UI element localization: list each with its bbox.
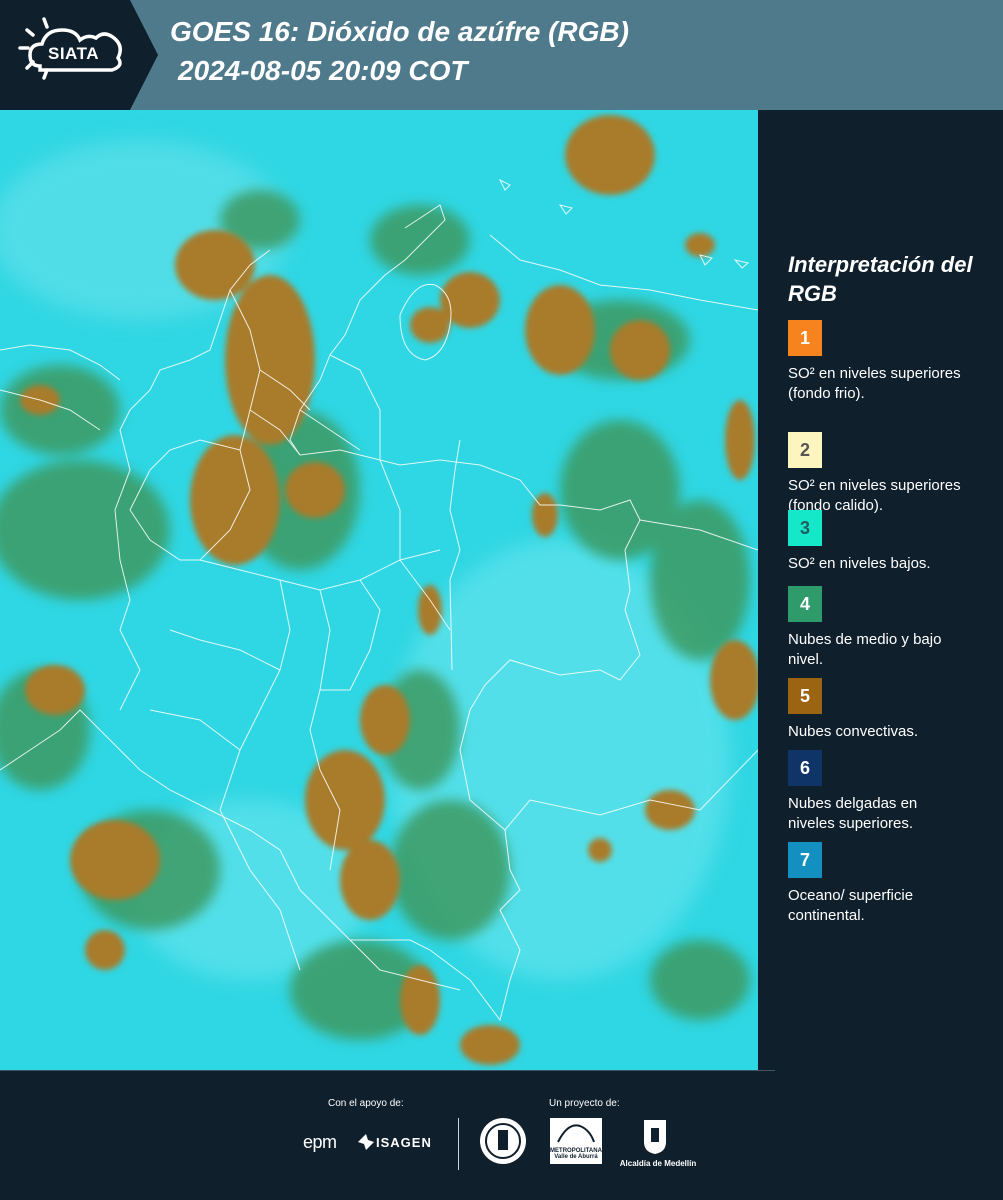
legend-item: 1 SO² en niveles superiores (fondo frio). <box>788 320 988 404</box>
legend-label: Nubes convectivas. <box>788 723 919 740</box>
area-caption: METROPOLITANA Valle de Aburrá <box>550 1148 602 1160</box>
epm-logo[interactable]: epm <box>303 1132 337 1153</box>
siata-logo[interactable]: SIATA <box>0 0 158 110</box>
legend-label: Oceano/ superficie continental. <box>788 887 914 924</box>
legend-swatch: 5 <box>788 678 822 714</box>
project-label: Un proyecto de: <box>549 1098 620 1109</box>
legend-label: Nubes de medio y bajo nivel. <box>788 631 942 668</box>
page-title: GOES 16: Dióxido de azúfre (RGB) <box>170 16 629 47</box>
legend-item: 3 SO² en niveles bajos. <box>788 510 988 574</box>
legend-panel: Interpretación del RGB 1 SO² en niveles s… <box>760 110 1003 1070</box>
legend-item: 7 Oceano/ superficie continental. <box>788 842 988 926</box>
footer-separator <box>458 1118 459 1170</box>
footer: Con el apoyo de: Un proyecto de: epm ISA… <box>0 1070 1003 1200</box>
legend-label: Nubes delgadas en niveles superiores. <box>788 795 918 832</box>
legend-swatch: 6 <box>788 750 822 786</box>
legend-item: 2 SO² en niveles superiores (fondo calido… <box>788 432 988 516</box>
support-label: Con el apoyo de: <box>328 1098 404 1109</box>
header: SIATA GOES 16: Dióxido de azúfre (RGB) 2… <box>0 0 1003 110</box>
legend-swatch: 4 <box>788 586 822 622</box>
isagen-logo[interactable]: ISAGEN <box>376 1135 432 1150</box>
alcaldia-shield-icon[interactable] <box>642 1118 668 1156</box>
logo-text: SIATA <box>48 44 99 63</box>
satellite-map[interactable] <box>0 110 758 1070</box>
legend-swatch: 3 <box>788 510 822 546</box>
legend-swatch: 7 <box>788 842 822 878</box>
legend-item: 5 Nubes convectivas. <box>788 678 988 742</box>
page-timestamp: 2024-08-05 20:09 COT <box>178 55 468 86</box>
legend-item: 4 Nubes de medio y bajo nivel. <box>788 586 988 670</box>
legend-swatch: 1 <box>788 320 822 356</box>
legend-item: 6 Nubes delgadas en niveles superiores. <box>788 750 988 834</box>
area-metropolitana-logo[interactable]: METROPOLITANA Valle de Aburrá <box>550 1118 602 1164</box>
map-image <box>0 110 758 1070</box>
legend-title: Interpretación del RGB <box>788 252 973 306</box>
footer-divider-line <box>0 1070 775 1071</box>
alcaldia-caption: Alcaldía de Medellín <box>619 1159 697 1168</box>
medellin-seal-icon[interactable] <box>478 1116 528 1166</box>
legend-swatch: 2 <box>788 432 822 468</box>
legend-label: SO² en niveles bajos. <box>788 555 931 572</box>
legend-label: SO² en niveles superiores (fondo frio). <box>788 365 961 402</box>
isagen-icon <box>358 1134 374 1150</box>
